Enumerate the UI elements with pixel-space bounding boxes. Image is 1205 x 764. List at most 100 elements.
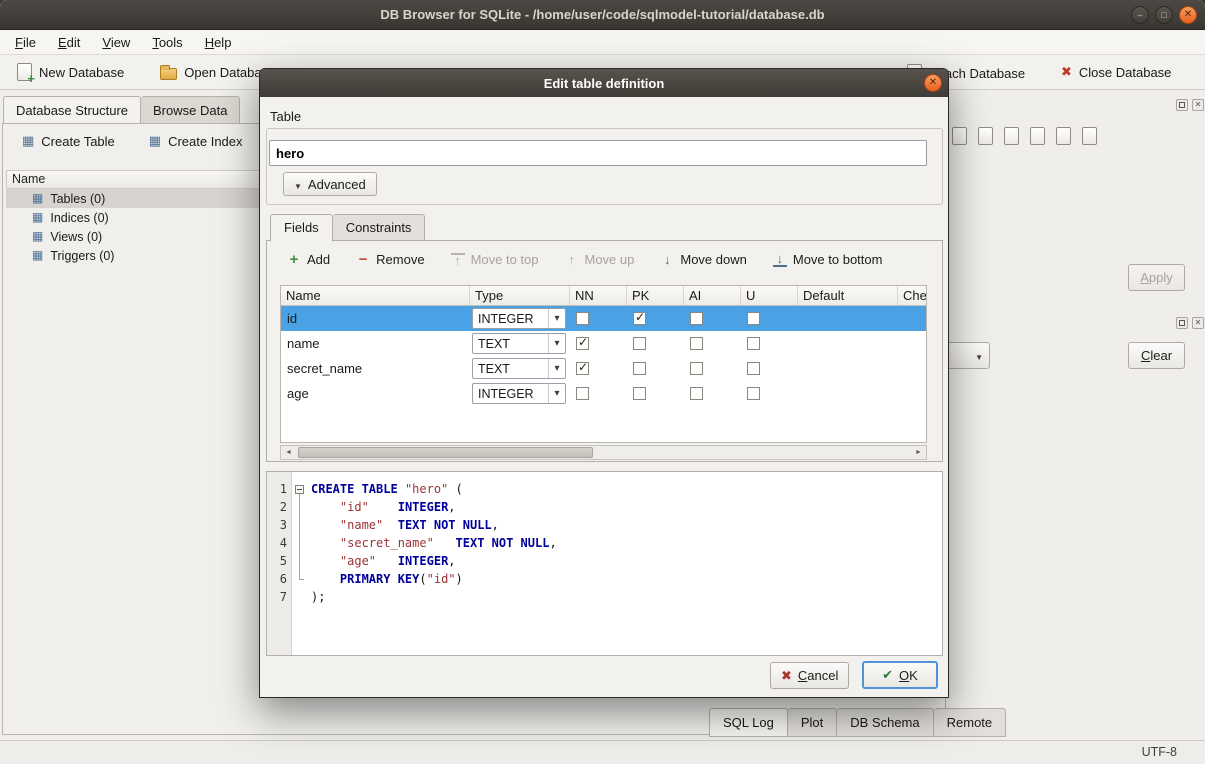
- dialog-close-icon[interactable]: ✕: [924, 74, 942, 92]
- column-header-default[interactable]: Default: [798, 286, 898, 306]
- field-name-cell[interactable]: secret_name: [281, 356, 470, 381]
- document-icon[interactable]: [1082, 127, 1097, 145]
- nn-checkbox[interactable]: [576, 362, 589, 375]
- ok-button[interactable]: OK: [862, 661, 938, 689]
- default-cell[interactable]: [798, 381, 898, 406]
- pk-checkbox[interactable]: [633, 362, 646, 375]
- field-row-secret-name[interactable]: secret_nameTEXT: [281, 356, 926, 381]
- button-remove[interactable]: Remove: [348, 248, 432, 271]
- tab-constraints[interactable]: Constraints: [333, 214, 426, 241]
- tab-browse-data[interactable]: Browse Data: [141, 96, 240, 124]
- button-create-index[interactable]: Create Index: [140, 130, 252, 153]
- collapse-icon[interactable]: [295, 485, 304, 494]
- new-database-button[interactable]: New Database: [8, 59, 133, 85]
- default-cell[interactable]: [798, 306, 898, 331]
- minimize-icon[interactable]: –: [1131, 6, 1149, 24]
- tab-remote[interactable]: Remote: [934, 708, 1007, 737]
- field-name-cell[interactable]: name: [281, 331, 470, 356]
- scroll-right-icon[interactable]: ►: [911, 446, 926, 459]
- column-header-pk[interactable]: PK: [627, 286, 684, 306]
- table-name-input[interactable]: [269, 140, 927, 166]
- dialog-titlebar: Edit table definition ✕: [260, 69, 948, 97]
- sql-line: CREATE TABLE "hero" (: [311, 480, 942, 498]
- field-name-cell[interactable]: age: [281, 381, 470, 406]
- chevron-down-icon: [294, 177, 302, 192]
- type-combobox[interactable]: INTEGER: [472, 308, 566, 329]
- nn-checkbox[interactable]: [576, 312, 589, 325]
- document-icon[interactable]: [1056, 127, 1071, 145]
- chevron-down-icon[interactable]: [548, 309, 565, 328]
- tab-plot[interactable]: Plot: [788, 708, 837, 737]
- document-icon[interactable]: [1004, 127, 1019, 145]
- ai-checkbox[interactable]: [690, 387, 703, 400]
- close-icon[interactable]: ✕: [1179, 6, 1197, 24]
- encoding-indicator[interactable]: UTF-8: [1142, 745, 1177, 759]
- close-database-button[interactable]: Close Database: [1052, 60, 1180, 84]
- chevron-down-icon[interactable]: [548, 384, 565, 403]
- tab-db-schema[interactable]: DB Schema: [837, 708, 933, 737]
- ai-checkbox[interactable]: [690, 362, 703, 375]
- field-row-age[interactable]: ageINTEGER: [281, 381, 926, 406]
- default-cell[interactable]: [798, 331, 898, 356]
- tab-database-structure[interactable]: Database Structure: [3, 96, 141, 124]
- menu-item-edit[interactable]: Edit: [47, 32, 91, 53]
- default-cell[interactable]: [798, 356, 898, 381]
- menu-item-help[interactable]: Help: [194, 32, 243, 53]
- advanced-toggle[interactable]: Advanced: [283, 172, 377, 196]
- pk-checkbox[interactable]: [633, 387, 646, 400]
- scroll-left-icon[interactable]: ◄: [281, 446, 296, 459]
- u-checkbox[interactable]: [747, 312, 760, 325]
- type-value: TEXT: [473, 337, 548, 351]
- tab-fields[interactable]: Fields: [270, 214, 333, 242]
- tab-sql-log[interactable]: SQL Log: [709, 708, 788, 737]
- u-checkbox[interactable]: [747, 362, 760, 375]
- dock-close-icon[interactable]: [1192, 317, 1204, 329]
- menu-item-tools[interactable]: Tools: [141, 32, 193, 53]
- close-database-label: Close Database: [1079, 65, 1172, 80]
- maximize-icon[interactable]: □: [1155, 6, 1173, 24]
- check-cell[interactable]: [898, 356, 927, 381]
- cancel-button[interactable]: Cancel: [770, 662, 849, 689]
- document-icon[interactable]: [978, 127, 993, 145]
- document-icon[interactable]: [1030, 127, 1045, 145]
- field-row-name[interactable]: nameTEXT: [281, 331, 926, 356]
- ai-checkbox[interactable]: [690, 312, 703, 325]
- document-icon[interactable]: [952, 127, 967, 145]
- type-combobox[interactable]: TEXT: [472, 333, 566, 354]
- close-database-icon: [1061, 64, 1072, 80]
- horizontal-scrollbar[interactable]: ◄ ►: [280, 445, 927, 460]
- button-create-table[interactable]: Create Table: [13, 130, 124, 153]
- clear-button[interactable]: Clear: [1128, 342, 1185, 369]
- menu-item-view[interactable]: View: [91, 32, 141, 53]
- pk-checkbox[interactable]: [633, 312, 646, 325]
- dock-close-icon[interactable]: [1192, 99, 1204, 111]
- undock-icon[interactable]: [1176, 317, 1188, 329]
- field-name-cell[interactable]: id: [281, 306, 470, 331]
- chevron-down-icon[interactable]: [548, 359, 565, 378]
- field-row-id[interactable]: idINTEGER: [281, 306, 926, 331]
- button-add[interactable]: Add: [279, 248, 338, 271]
- column-header-check[interactable]: Check: [898, 286, 927, 306]
- pk-checkbox[interactable]: [633, 337, 646, 350]
- scrollbar-thumb[interactable]: [298, 447, 593, 458]
- nn-checkbox[interactable]: [576, 337, 589, 350]
- check-cell[interactable]: [898, 381, 927, 406]
- type-combobox[interactable]: INTEGER: [472, 383, 566, 404]
- undock-icon[interactable]: [1176, 99, 1188, 111]
- button-move-to-bottom[interactable]: Move to bottom: [765, 248, 891, 271]
- button-move-down[interactable]: Move down: [652, 248, 754, 271]
- column-header-type[interactable]: Type: [470, 286, 570, 306]
- column-header-name[interactable]: Name: [281, 286, 470, 306]
- u-checkbox[interactable]: [747, 387, 760, 400]
- menu-item-file[interactable]: File: [4, 32, 47, 53]
- column-header-ai[interactable]: AI: [684, 286, 741, 306]
- ai-checkbox[interactable]: [690, 337, 703, 350]
- type-combobox[interactable]: TEXT: [472, 358, 566, 379]
- u-checkbox[interactable]: [747, 337, 760, 350]
- column-header-u[interactable]: U: [741, 286, 798, 306]
- column-header-nn[interactable]: NN: [570, 286, 627, 306]
- chevron-down-icon[interactable]: [548, 334, 565, 353]
- nn-checkbox[interactable]: [576, 387, 589, 400]
- check-cell[interactable]: [898, 331, 927, 356]
- check-cell[interactable]: [898, 306, 927, 331]
